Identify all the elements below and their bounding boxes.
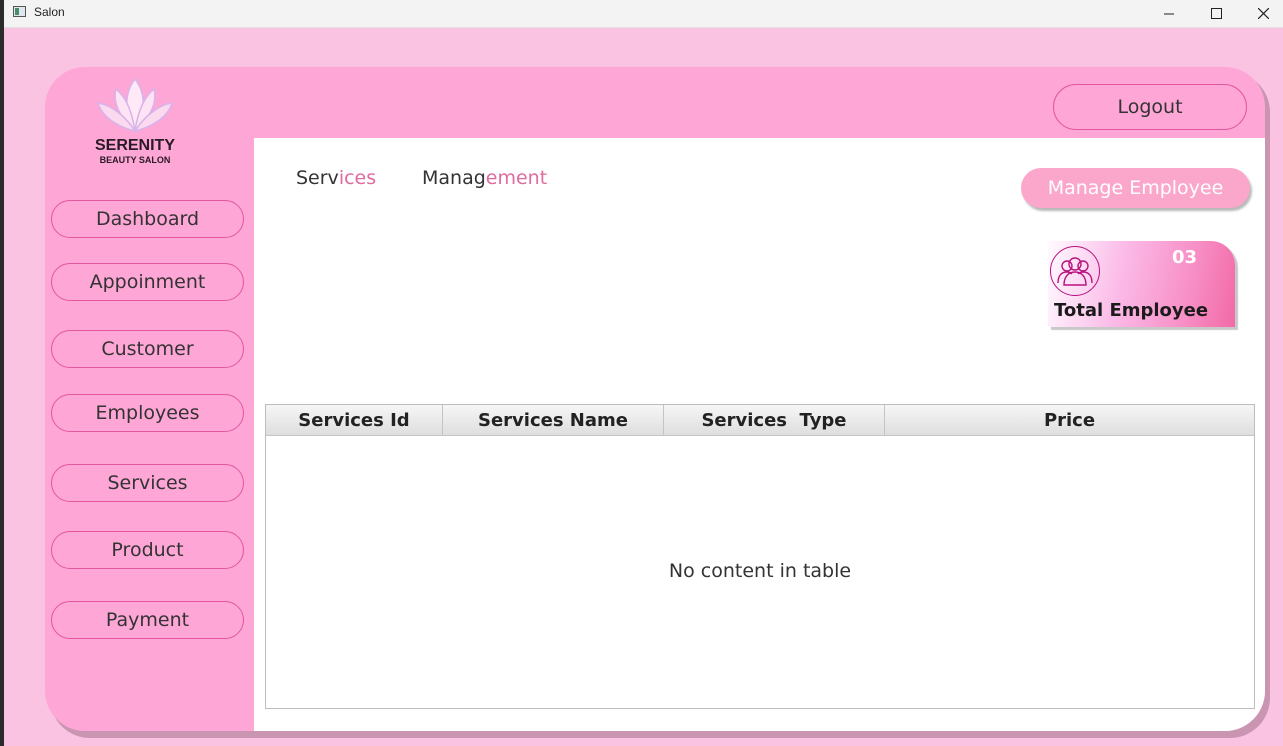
table-header: Services Id Services Name Services Type …: [266, 405, 1254, 436]
main-panel: SERENITY BEAUTY SALON Dashboard Appoinme…: [45, 67, 1265, 731]
tab-management-label-a: Manag: [422, 167, 486, 189]
tab-services-label-a: Serv: [296, 167, 339, 189]
sidebar-item-services[interactable]: Services: [51, 464, 244, 502]
users-icon: [1050, 246, 1100, 296]
table-empty-message: No content in table: [668, 560, 852, 582]
tab-management[interactable]: Management: [422, 167, 547, 189]
logo-subtitle: BEAUTY SALON: [99, 155, 171, 165]
manage-employee-button[interactable]: Manage Employee: [1021, 168, 1250, 208]
window-title: Salon: [34, 5, 65, 19]
sidebar-item-product[interactable]: Product: [51, 531, 244, 569]
minimize-icon: [1164, 13, 1174, 14]
tab-services[interactable]: Services: [296, 167, 376, 189]
sidebar-item-customer[interactable]: Customer: [51, 330, 244, 368]
window-titlebar: Salon: [4, 0, 1283, 28]
maximize-icon: [1210, 8, 1222, 19]
sidebar-item-employees[interactable]: Employees: [51, 394, 244, 432]
total-employee-card: 03 Total Employee: [1048, 241, 1235, 327]
column-header-services-id[interactable]: Services Id: [266, 405, 443, 435]
logout-button[interactable]: Logout: [1053, 84, 1247, 130]
maximize-button[interactable]: [1193, 0, 1239, 27]
total-employee-value: 03: [1172, 247, 1198, 268]
close-icon: [1257, 8, 1269, 19]
services-table[interactable]: Services Id Services Name Services Type …: [265, 404, 1255, 709]
close-button[interactable]: [1240, 0, 1283, 27]
content-area: Services Management Manage Employee 03 T…: [254, 138, 1265, 731]
total-employee-label: Total Employee: [1054, 300, 1209, 321]
column-header-services-name[interactable]: Services Name: [443, 405, 664, 435]
lotus-logo-icon: [96, 77, 174, 133]
tab-services-label-b: ices: [338, 167, 377, 189]
tab-management-label-b: ement: [485, 167, 548, 189]
logo-title: SERENITY: [94, 137, 175, 154]
sidebar-item-appoinment[interactable]: Appoinment: [51, 263, 244, 301]
column-header-price[interactable]: Price: [885, 405, 1254, 435]
window-edge: [0, 0, 4, 746]
minimize-button[interactable]: [1146, 0, 1192, 27]
app-icon: [13, 6, 26, 17]
sidebar-item-payment[interactable]: Payment: [51, 601, 244, 639]
sidebar-item-dashboard[interactable]: Dashboard: [51, 200, 244, 238]
column-header-services-type[interactable]: Services Type: [664, 405, 885, 435]
